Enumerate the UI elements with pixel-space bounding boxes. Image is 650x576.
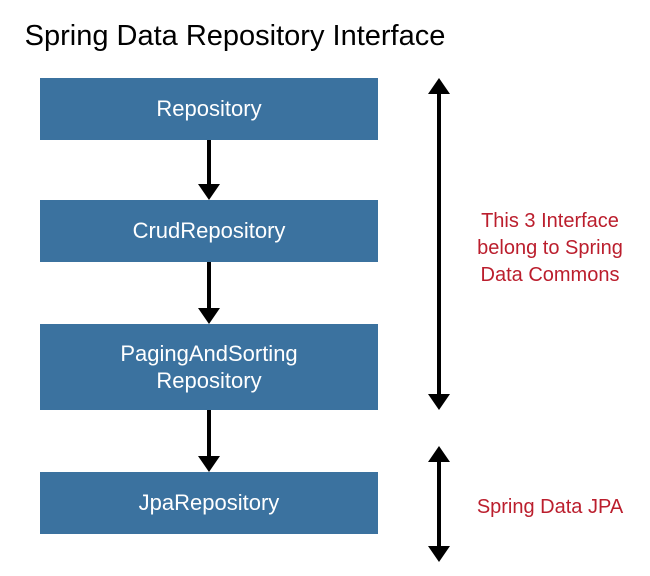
arrow-crud-to-paging: [205, 262, 213, 324]
arrow-repo-to-crud: [205, 140, 213, 200]
box-crud-repository-label: CrudRepository: [133, 217, 286, 245]
annotation-commons: This 3 Interface belong to Spring Data C…: [466, 208, 634, 289]
annotation-jpa-text: Spring Data JPA: [477, 496, 623, 518]
box-jpa-repository: JpaRepository: [40, 472, 378, 534]
box-paging-sorting-label-2: Repository: [156, 367, 261, 395]
box-jpa-repository-label: JpaRepository: [139, 489, 280, 517]
box-repository: Repository: [40, 78, 378, 140]
annotation-jpa: Spring Data JPA: [466, 494, 634, 521]
annotation-commons-line1: This 3 Interface: [481, 210, 619, 232]
box-paging-sorting-label-1: PagingAndSorting: [120, 340, 297, 368]
box-repository-label: Repository: [156, 95, 261, 123]
diagram-title: Spring Data Repository Interface: [0, 20, 470, 53]
annotation-commons-line2: belong to Spring: [477, 237, 623, 259]
annotation-commons-line3: Data Commons: [481, 264, 620, 286]
box-paging-sorting-repository: PagingAndSorting Repository: [40, 324, 378, 410]
arrow-paging-to-jpa: [205, 410, 213, 472]
box-crud-repository: CrudRepository: [40, 200, 378, 262]
